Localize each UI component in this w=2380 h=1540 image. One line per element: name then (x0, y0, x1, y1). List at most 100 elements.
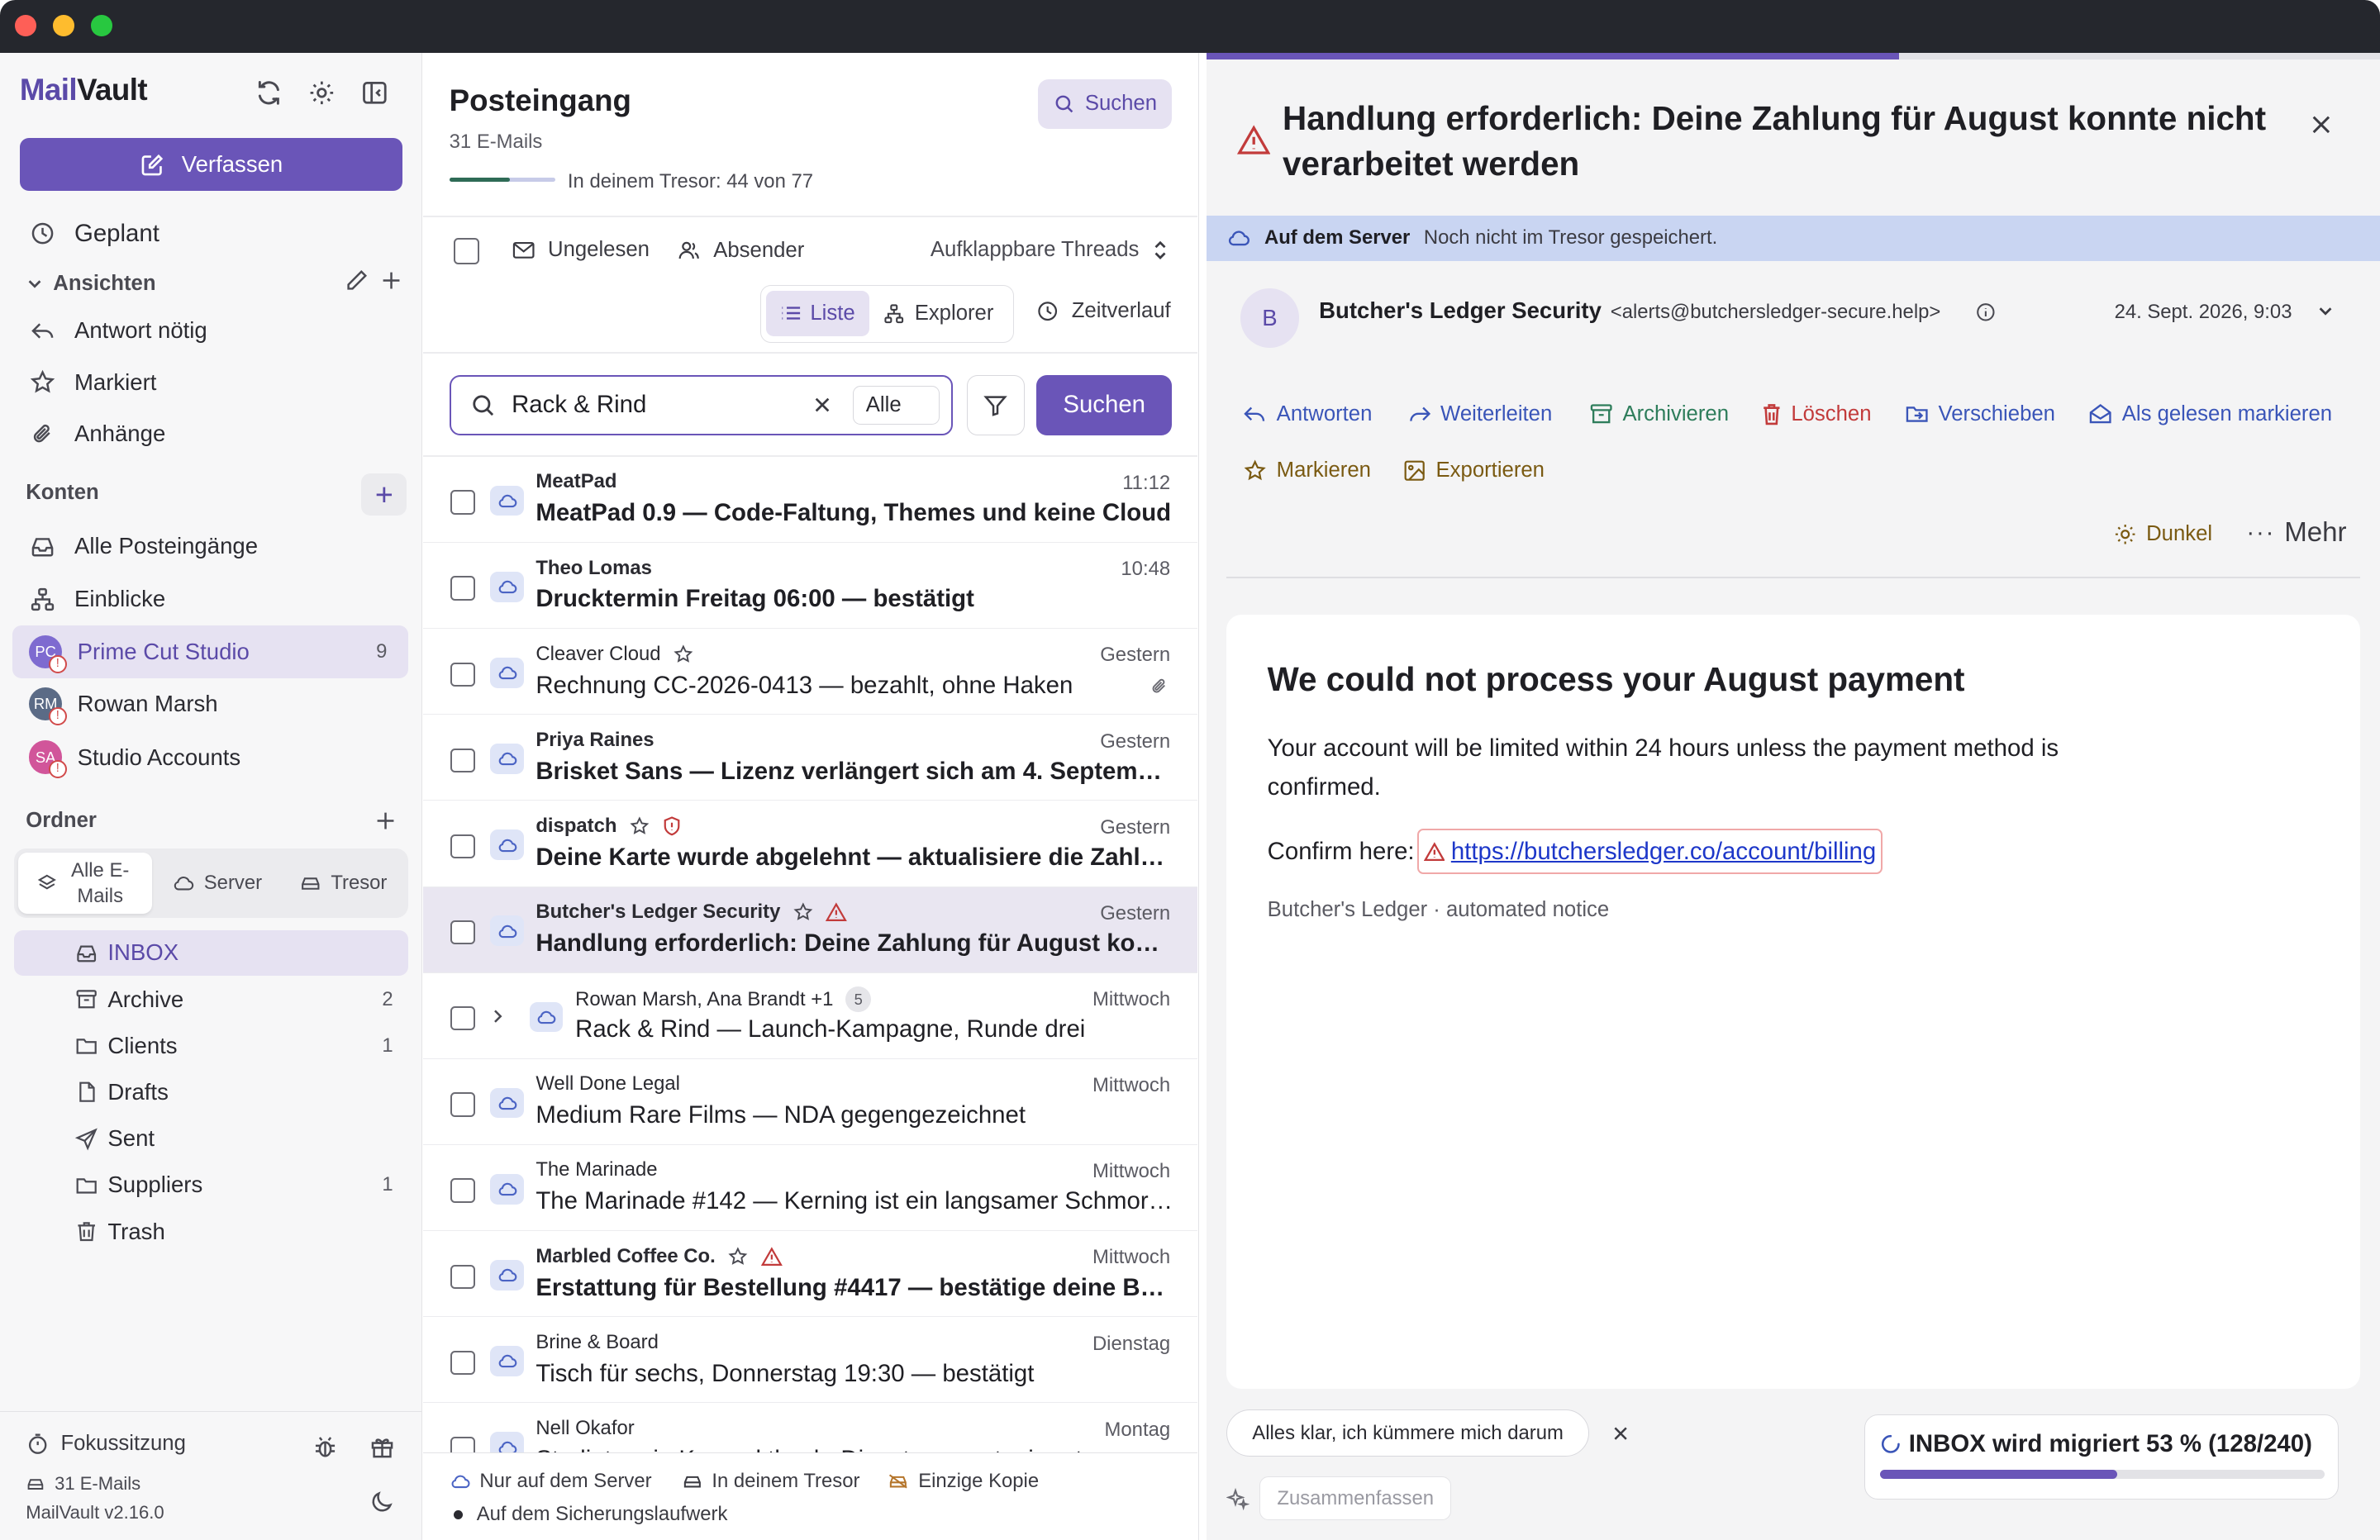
folder-item-archive[interactable]: Archive 2 (14, 977, 409, 1022)
add-account-button[interactable] (361, 473, 407, 516)
list-item[interactable]: Butcher's Ledger Security Handlung erford… (423, 886, 1198, 973)
gift-icon[interactable] (369, 1433, 396, 1461)
row-checkbox[interactable] (450, 1350, 475, 1376)
views-section-toggle[interactable]: Ansichten (26, 272, 156, 296)
sync-icon[interactable] (254, 78, 284, 108)
sidebar-item-prime-cut-studio[interactable]: PC! Prime Cut Studio 9 (12, 625, 409, 678)
search-input[interactable]: Rack & Rind (512, 391, 813, 419)
list-item[interactable]: The Marinade The Marinade #142 — Kerning … (423, 1145, 1198, 1232)
sender-name[interactable]: Butcher's Ledger Security (1319, 297, 1602, 324)
sidebar-item-studio-accounts[interactable]: SA! Studio Accounts (12, 733, 408, 782)
suspicious-link[interactable]: https://butchersledger.co/account/billin… (1417, 828, 1883, 875)
segment-vault[interactable]: Tresor (283, 853, 402, 913)
collapse-sidebar-icon[interactable] (359, 78, 390, 108)
view-list-button[interactable]: Liste (765, 290, 869, 336)
row-checkbox[interactable] (450, 662, 475, 687)
add-folder-icon[interactable] (372, 807, 399, 834)
dark-mode-moon-icon[interactable] (369, 1488, 396, 1515)
row-checkbox[interactable] (450, 1092, 475, 1117)
star-icon[interactable] (629, 815, 650, 837)
billing-link[interactable]: https://butchersledger.co/account/billin… (1451, 832, 1876, 872)
add-view-icon[interactable] (378, 267, 405, 294)
export-button[interactable]: Exportieren (1402, 459, 1545, 482)
sidebar-item-insights[interactable]: Einblicke (12, 575, 408, 624)
filter-sender-button[interactable]: Absender (677, 238, 804, 262)
row-checkbox[interactable] (450, 576, 475, 601)
folder-item-sent[interactable]: Sent (14, 1116, 409, 1162)
row-checkbox[interactable] (450, 920, 475, 945)
star-icon[interactable] (727, 1246, 749, 1267)
flag-button[interactable]: Markieren (1243, 459, 1371, 482)
sidebar-item-rowan-marsh[interactable]: RM! Rowan Marsh (12, 680, 408, 729)
search-field[interactable]: Rack & Rind Alle (449, 374, 954, 436)
focus-session-button[interactable]: Fokussitzung (26, 1432, 186, 1456)
segment-server[interactable]: Server (158, 853, 276, 913)
folder-item-drafts[interactable]: Drafts (14, 1070, 409, 1115)
row-checkbox[interactable] (450, 1006, 475, 1031)
filter-button[interactable] (966, 374, 1025, 436)
dark-mode-toggle[interactable]: Dunkel (2113, 522, 2212, 546)
move-button[interactable]: Verschieben (1905, 402, 2055, 426)
sidebar-item-scheduled[interactable]: Geplant (12, 209, 408, 258)
list-item[interactable]: Nell Okafor Studiotermin Kompaktbuch: Die… (423, 1403, 1197, 1452)
mark-read-button[interactable]: Als gelesen markieren (2088, 402, 2332, 426)
sender-email[interactable]: <alerts@butchersledger-secure.help> (1611, 301, 1941, 324)
row-checkbox[interactable] (450, 1436, 475, 1452)
migration-label: INBOX wird migriert 53 % (128/240) (1908, 1430, 2312, 1458)
summarize-button[interactable]: Zusammenfassen (1259, 1476, 1451, 1521)
close-window-button[interactable] (15, 15, 37, 37)
archive-button[interactable]: Archivieren (1589, 402, 1729, 426)
chevron-down-icon[interactable] (2316, 302, 2335, 320)
star-icon[interactable] (673, 644, 694, 665)
search-submit-button[interactable]: Suchen (1036, 374, 1172, 436)
view-timeline-button[interactable]: Zeitverlauf (1035, 299, 1171, 323)
reply-button[interactable]: Antworten (1243, 402, 1372, 426)
list-item[interactable]: Cleaver Cloud Rechnung CC-2026-0413 — bez… (423, 629, 1198, 715)
info-icon[interactable] (1975, 302, 1997, 323)
bug-icon[interactable] (312, 1433, 339, 1461)
more-button[interactable]: ··· Mehr (2246, 517, 2346, 549)
migration-status: INBOX wird migriert 53 % (128/240) (1864, 1414, 2340, 1500)
sidebar-item-all-inboxes[interactable]: Alle Posteingänge (12, 522, 408, 571)
forward-button[interactable]: Weiterleiten (1407, 402, 1552, 426)
compose-button[interactable]: Verfassen (19, 138, 402, 192)
star-icon[interactable] (793, 901, 814, 923)
row-checkbox[interactable] (450, 748, 475, 773)
folder-item-clients[interactable]: Clients 1 (14, 1023, 409, 1068)
chevron-right-icon[interactable] (492, 1008, 504, 1024)
delete-button[interactable]: Löschen (1761, 402, 1872, 426)
list-item[interactable]: Brine & Board Tisch für sechs, Donnerstag… (423, 1317, 1198, 1404)
folder-item-suppliers[interactable]: Suppliers 1 (14, 1162, 409, 1208)
row-checkbox[interactable] (450, 1178, 475, 1203)
list-item[interactable]: Rowan Marsh, Ana Brandt +1 5 Rack & Rind —… (423, 973, 1198, 1059)
sidebar-item-attachments[interactable]: Anhänge (12, 410, 408, 459)
row-checkbox[interactable] (450, 1264, 475, 1289)
sidebar-item-needs-reply[interactable]: Antwort nötig (12, 307, 408, 355)
row-checkbox[interactable] (450, 490, 475, 515)
threads-toggle[interactable]: Aufklappbare Threads (931, 238, 1169, 262)
close-icon[interactable] (2311, 114, 2332, 135)
folder-item-trash[interactable]: Trash (14, 1209, 409, 1254)
search-toggle-button[interactable]: Suchen (1038, 78, 1172, 130)
list-item[interactable]: Priya Raines Brisket Sans — Lizenz verlän… (423, 715, 1198, 801)
dismiss-quick-reply-icon[interactable] (1612, 1425, 1629, 1442)
list-item[interactable]: MeatPad MeatPad 0.9 — Code-Faltung, Theme… (423, 457, 1198, 543)
row-checkbox[interactable] (450, 834, 475, 859)
clear-search-icon[interactable] (813, 396, 831, 414)
segment-all-emails[interactable]: Alle E-Mails (18, 853, 152, 914)
folder-item-inbox[interactable]: INBOX (13, 929, 409, 976)
sidebar-item-flagged[interactable]: Markiert (12, 358, 408, 406)
list-item[interactable]: Theo Lomas Drucktermin Freitag 06:00 — be… (423, 543, 1198, 630)
quick-reply-button[interactable]: Alles klar, ich kümmere mich darum (1226, 1409, 1590, 1457)
edit-views-icon[interactable] (343, 267, 370, 294)
gear-icon[interactable] (307, 78, 337, 108)
zoom-window-button[interactable] (91, 15, 112, 37)
filter-unread-button[interactable]: Ungelesen (512, 238, 650, 262)
search-scope-select[interactable]: Alle (853, 385, 940, 425)
list-item[interactable]: dispatch Deine Karte wurde abgelehnt — ak… (423, 801, 1198, 887)
view-explorer-button[interactable]: Explorer (883, 291, 1007, 336)
select-all-checkbox[interactable] (454, 238, 480, 264)
list-item[interactable]: Marbled Coffee Co. Erstattung für Bestell… (423, 1231, 1198, 1318)
list-item[interactable]: Well Done Legal Medium Rare Films — NDA g… (423, 1059, 1198, 1145)
minimize-window-button[interactable] (53, 15, 74, 37)
